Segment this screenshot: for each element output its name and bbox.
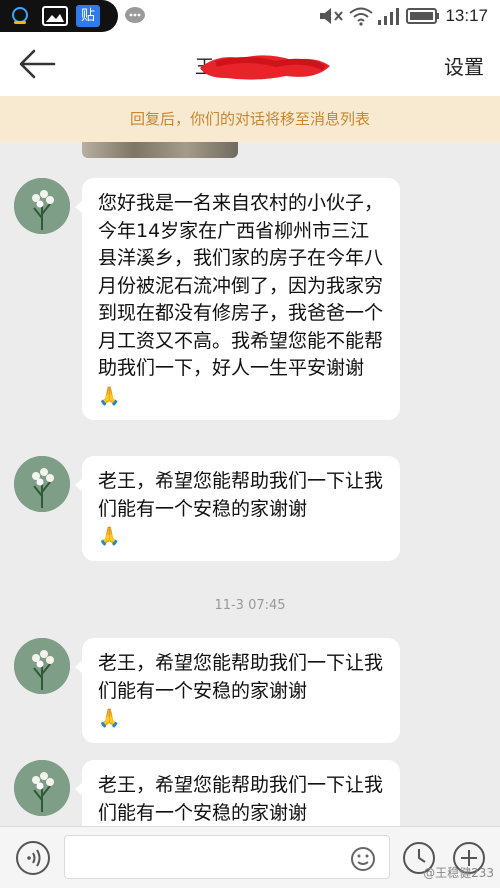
- redaction-mark: [200, 55, 330, 80]
- message-bubble[interactable]: 老王，希望您能帮助我们一下让我们能有一个安稳的家谢谢 🙏: [75, 638, 400, 743]
- nav-bar: 王 设置: [0, 32, 500, 96]
- back-arrow-icon[interactable]: [18, 46, 58, 82]
- flower-avatar-image: [14, 638, 70, 694]
- flower-avatar-image: [14, 456, 70, 512]
- flower-avatar-image: [14, 760, 70, 816]
- message-timestamp: 11-3 07:45: [214, 598, 286, 613]
- wifi-icon: [349, 7, 373, 26]
- sender-avatar[interactable]: [14, 638, 70, 694]
- sender-avatar[interactable]: [14, 456, 70, 512]
- signal-icon: [378, 8, 399, 25]
- message-notification-icon: [125, 7, 145, 23]
- weibo-watermark: @王稳健233: [423, 866, 494, 880]
- pray-emoji: 🙏: [98, 708, 121, 729]
- pray-emoji: 🙏: [98, 385, 121, 407]
- voice-icon: [27, 849, 41, 867]
- image-message-thumbnail[interactable]: [82, 142, 238, 158]
- settings-button[interactable]: 设置: [444, 51, 484, 80]
- chat-notification-icon: [12, 7, 28, 24]
- sender-avatar[interactable]: [14, 760, 70, 816]
- image-notification-icon: [42, 6, 68, 26]
- message-bubble[interactable]: 您好我是一名来自农村的小伙子，今年14岁家在广西省柳州市三江县洋溪乡，我们家的房…: [75, 178, 400, 420]
- voice-input-button[interactable]: [16, 841, 50, 875]
- message-text: 老王，希望您能帮助我们一下让我们能有一个安稳的家谢谢: [98, 774, 384, 824]
- message-input[interactable]: [64, 835, 390, 879]
- chat-area[interactable]: 您好我是一名来自农村的小伙子，今年14岁家在广西省柳州市三江县洋溪乡，我们家的房…: [0, 142, 500, 826]
- pray-emoji: 🙏: [98, 526, 121, 547]
- sender-avatar[interactable]: [14, 178, 70, 234]
- reply-notice-banner: 回复后，你们的对话将移至消息列表: [0, 96, 500, 142]
- message-text: 老王，希望您能帮助我们一下让我们能有一个安稳的家谢谢: [98, 652, 384, 702]
- message-bubble[interactable]: 老王，希望您能帮助我们一下让我们能有一个安稳的家谢谢 🙏: [75, 456, 400, 561]
- message-bubble[interactable]: 老王，希望您能帮助我们一下让我们能有一个安稳的家谢谢: [75, 760, 400, 826]
- mute-icon: [320, 8, 343, 24]
- status-bar: 贴 13:17: [0, 0, 500, 32]
- emoji-icon[interactable]: [350, 846, 376, 872]
- message-text: 老王，希望您能帮助我们一下让我们能有一个安稳的家谢谢: [98, 470, 384, 520]
- tieba-notification-icon: 贴: [76, 5, 100, 27]
- flower-avatar-image: [14, 178, 70, 234]
- clock-time: 13:17: [445, 6, 488, 25]
- message-text: 您好我是一名来自农村的小伙子，今年14岁家在广西省柳州市三江县洋溪乡，我们家的房…: [98, 192, 384, 379]
- battery-icon: [406, 8, 439, 24]
